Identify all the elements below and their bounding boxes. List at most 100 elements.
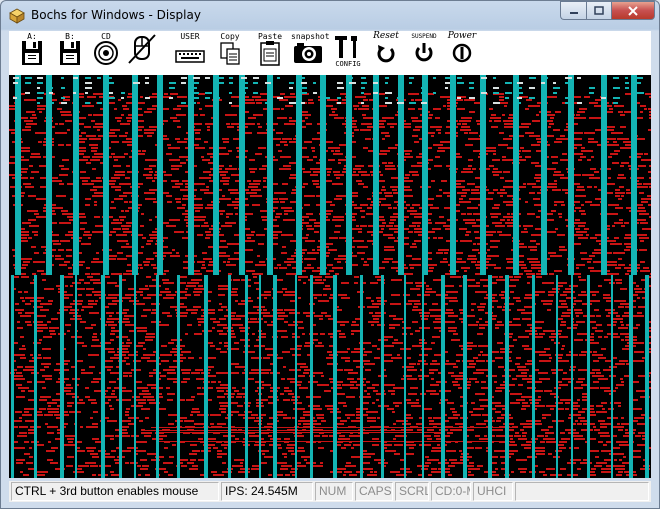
status-bar: CTRL + 3rd button enables mouse IPS: 24.… <box>9 481 651 502</box>
bochs-window: Bochs for Windows - Display A: B: CD USE… <box>0 0 660 509</box>
vertical-bar <box>541 75 547 275</box>
vertical-bar <box>373 75 379 275</box>
vertical-bar <box>73 75 79 275</box>
floppy-b-button[interactable]: B: <box>53 31 87 75</box>
vertical-bar <box>611 275 613 478</box>
user-button[interactable]: USER <box>173 31 207 75</box>
status-caps: CAPS <box>355 482 393 501</box>
power-icon <box>452 43 472 63</box>
vertical-bar <box>295 275 297 478</box>
paste-clipboard-icon <box>260 41 280 66</box>
maximize-icon <box>594 6 604 15</box>
vertical-bar <box>381 275 384 478</box>
vertical-bar <box>601 75 607 275</box>
paste-button[interactable]: Paste <box>253 31 287 75</box>
vertical-bar <box>259 275 261 478</box>
status-hint: CTRL + 3rd button enables mouse <box>11 482 219 501</box>
vertical-bar <box>505 275 509 478</box>
vertical-bar <box>513 75 519 275</box>
vertical-bar <box>360 275 363 478</box>
emulator-display[interactable] <box>9 75 651 478</box>
camera-icon <box>294 43 322 63</box>
config-label: CONFIG <box>335 60 361 68</box>
vertical-bar <box>267 75 273 275</box>
vertical-bar <box>422 275 424 478</box>
reset-button[interactable]: Reset <box>369 31 403 75</box>
vertical-bar <box>450 75 456 275</box>
vertical-bar <box>15 75 21 275</box>
vertical-bar <box>404 275 406 478</box>
vertical-bar <box>320 75 326 275</box>
cdrom-button[interactable]: CD <box>89 31 123 75</box>
vertical-bar <box>188 75 194 275</box>
status-empty <box>515 482 649 501</box>
window-controls <box>560 1 655 21</box>
maximize-button[interactable] <box>586 1 611 20</box>
snapshot-button[interactable]: snapshot <box>291 31 330 75</box>
minimize-button[interactable] <box>560 1 586 20</box>
config-button[interactable]: CONFIG <box>331 31 365 75</box>
status-ips: IPS: 24.545M <box>221 482 313 501</box>
vertical-bar <box>239 75 245 275</box>
vertical-bar <box>46 75 52 275</box>
vertical-bar <box>333 275 337 478</box>
vertical-bar <box>101 275 105 478</box>
vertical-bar <box>213 75 219 275</box>
vertical-bar <box>157 75 163 275</box>
vertical-bar <box>532 275 535 478</box>
toolbar: A: B: CD USER Copy Paste snapshot CONFIG… <box>9 31 651 75</box>
vertical-bar <box>245 275 248 478</box>
keyboard-icon <box>175 50 205 63</box>
vertical-bar <box>441 275 445 478</box>
vertical-bar <box>156 275 159 478</box>
cd-disc-icon <box>94 41 118 65</box>
vertical-bar <box>310 275 313 478</box>
bochs-app-icon <box>9 8 25 24</box>
vertical-bar <box>119 275 122 478</box>
floppy-disk-icon <box>60 41 80 65</box>
suspend-button[interactable]: SUSPEND <box>407 31 441 75</box>
vertical-bar <box>103 75 109 275</box>
vertical-bar <box>132 75 138 275</box>
vertical-bar <box>571 275 573 478</box>
power-button[interactable]: Power <box>445 31 479 75</box>
close-icon <box>628 5 638 16</box>
vertical-bar <box>346 75 352 275</box>
minimize-icon <box>569 11 578 14</box>
floppy-disk-icon <box>22 41 42 65</box>
status-uhci: UHCI <box>473 482 513 501</box>
mouse-toggle-button[interactable] <box>125 31 159 75</box>
vertical-bar <box>480 75 486 275</box>
vertical-bar <box>296 75 302 275</box>
vertical-bar <box>422 75 428 275</box>
reset-icon <box>377 45 395 63</box>
vertical-bar <box>273 275 277 478</box>
status-cd: CD:0-M <box>431 482 471 501</box>
floppy-a-button[interactable]: A: <box>15 31 49 75</box>
vertical-bar <box>204 275 208 478</box>
close-button[interactable] <box>611 1 655 20</box>
status-num: NUM <box>315 482 353 501</box>
vertical-bar <box>568 75 574 275</box>
vertical-bar <box>228 275 231 478</box>
vertical-bar <box>75 275 77 478</box>
vertical-bar <box>134 275 136 478</box>
vertical-bar <box>398 75 404 275</box>
vertical-bar <box>629 275 633 478</box>
vertical-bar <box>463 275 467 478</box>
suspend-icon <box>415 43 433 62</box>
vertical-bar <box>60 275 64 478</box>
vertical-bar <box>645 275 649 478</box>
vertical-bar <box>556 275 558 478</box>
title-bar[interactable]: Bochs for Windows - Display <box>1 1 659 31</box>
window-title: Bochs for Windows - Display <box>31 8 201 22</box>
vertical-bar <box>587 275 590 478</box>
status-scrl: SCRL <box>395 482 429 501</box>
mouse-disabled-icon <box>128 34 156 64</box>
vertical-bar <box>11 275 14 478</box>
copy-button[interactable]: Copy <box>213 31 247 75</box>
vertical-bar <box>488 275 492 478</box>
vertical-bar <box>34 275 37 478</box>
vga-framebuffer <box>9 75 651 478</box>
vertical-bar <box>177 275 180 478</box>
